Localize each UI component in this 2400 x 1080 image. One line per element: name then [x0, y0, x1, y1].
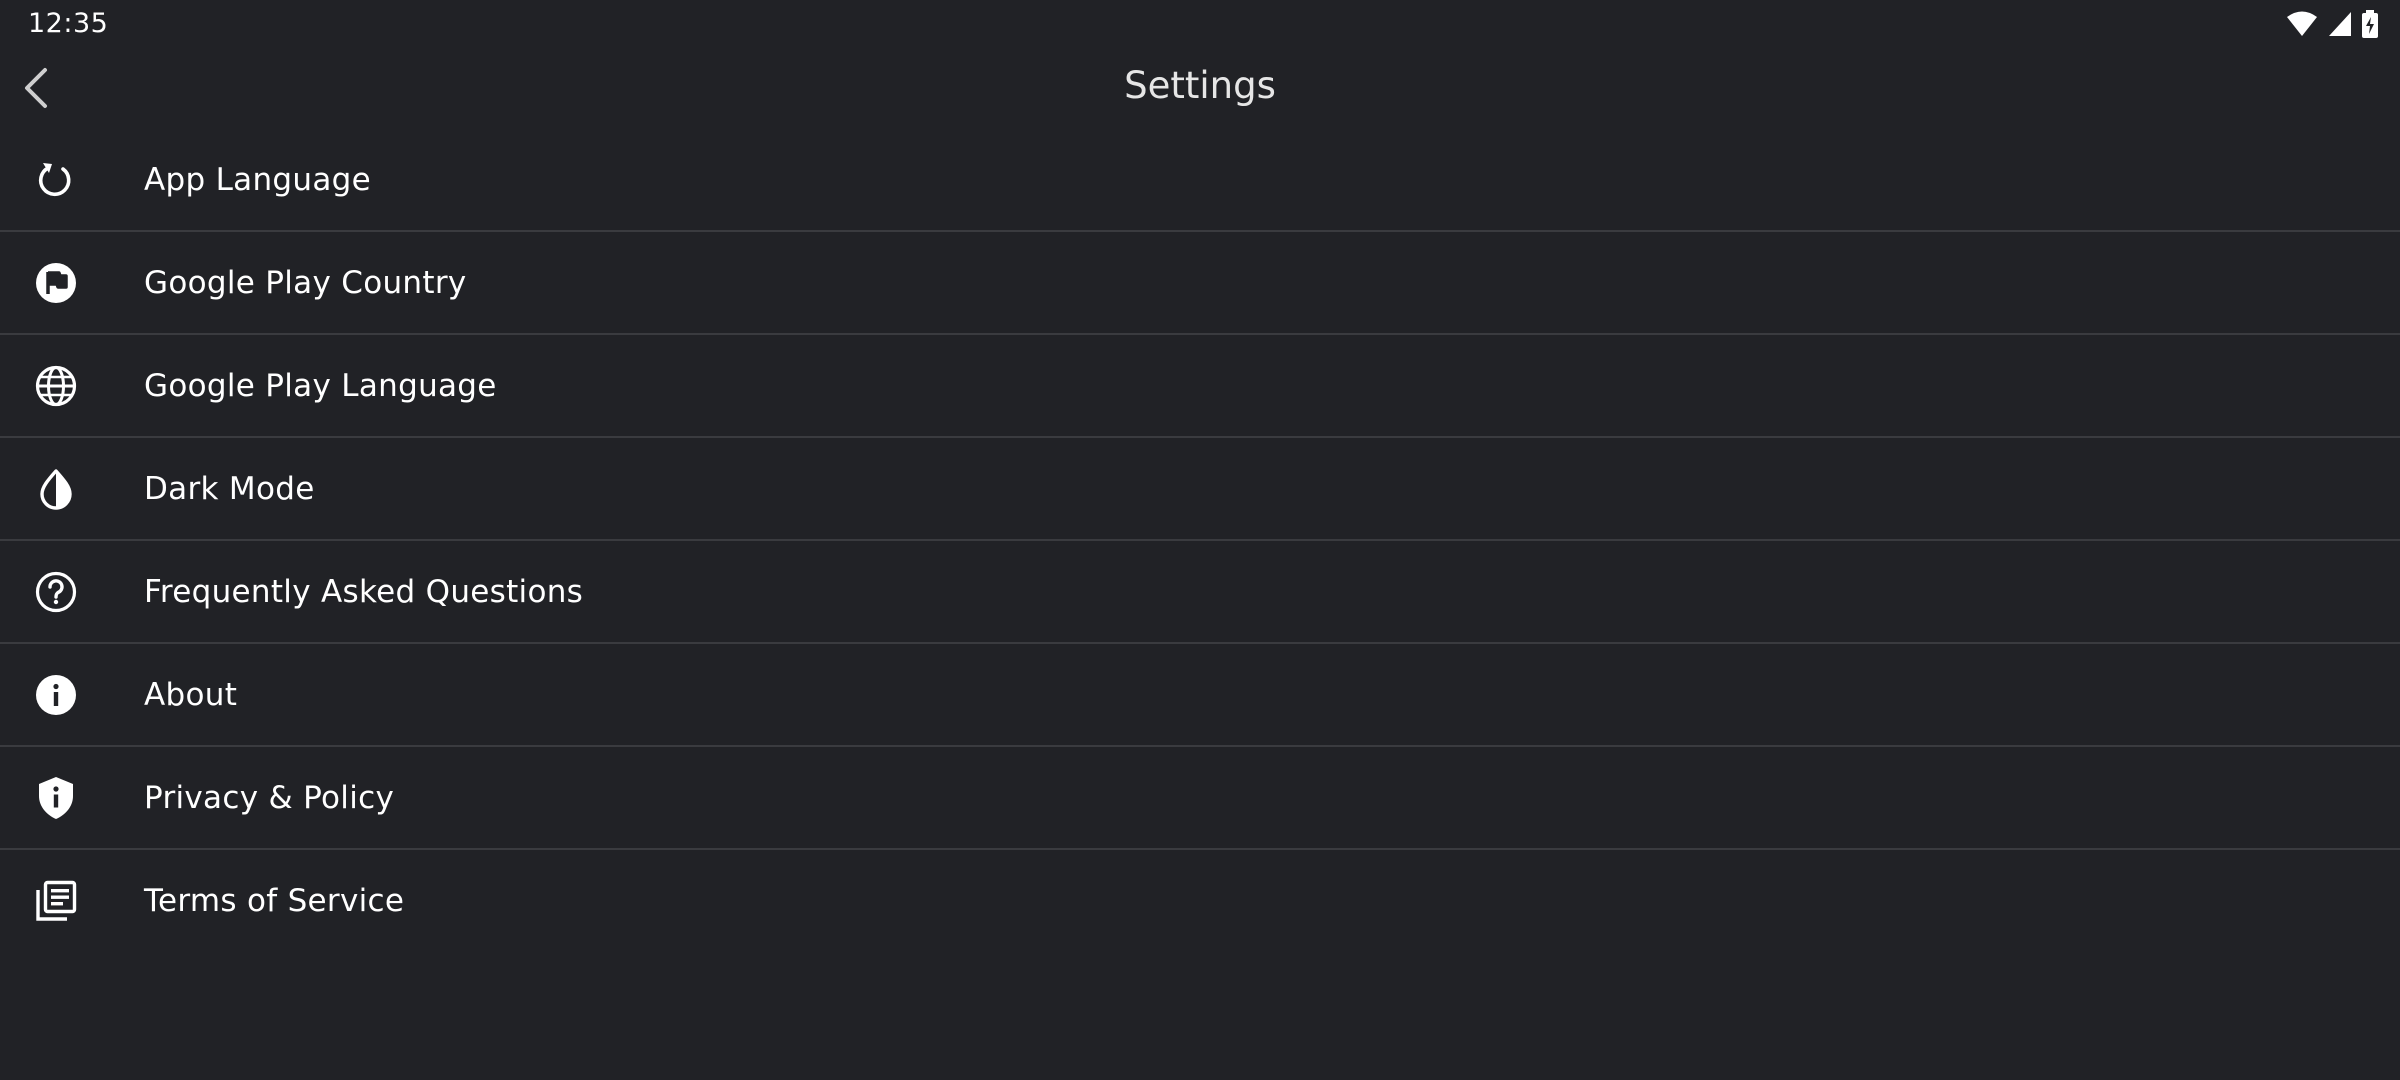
- globe-icon: [33, 363, 79, 409]
- settings-item-label: Google Play Country: [144, 264, 467, 301]
- page-title: Settings: [1124, 64, 1276, 107]
- settings-item-app-language[interactable]: App Language: [0, 129, 2400, 232]
- settings-item-faq[interactable]: Frequently Asked Questions: [0, 541, 2400, 644]
- settings-item-label: About: [144, 676, 238, 713]
- settings-item-label: Terms of Service: [144, 882, 405, 919]
- settings-item-label: App Language: [144, 161, 372, 198]
- shield-info-icon: [33, 775, 79, 821]
- refresh-icon: [33, 157, 79, 203]
- contrast-drop-icon: [33, 466, 79, 512]
- flag-circle-icon: [33, 260, 79, 306]
- status-time: 12:35: [28, 8, 109, 39]
- settings-item-privacy-policy[interactable]: Privacy & Policy: [0, 747, 2400, 850]
- settings-item-google-play-language[interactable]: Google Play Language: [0, 335, 2400, 438]
- settings-item-label: Frequently Asked Questions: [144, 573, 584, 610]
- library-books-icon: [33, 878, 79, 924]
- signal-icon: [2328, 11, 2352, 37]
- settings-item-google-play-country[interactable]: Google Play Country: [0, 232, 2400, 335]
- battery-charging-icon: [2362, 10, 2378, 38]
- info-icon: [33, 672, 79, 718]
- settings-screen: 12:35 Settings App Language Google Play …: [0, 0, 2400, 1080]
- settings-item-label: Dark Mode: [144, 470, 315, 507]
- settings-item-terms-of-service[interactable]: Terms of Service: [0, 850, 2400, 951]
- settings-item-label: Google Play Language: [144, 367, 497, 404]
- status-bar: 12:35: [0, 0, 2400, 50]
- status-icons: [2286, 10, 2378, 38]
- help-circle-icon: [33, 569, 79, 615]
- settings-item-dark-mode[interactable]: Dark Mode: [0, 438, 2400, 541]
- app-bar: Settings: [0, 50, 2400, 130]
- settings-item-about[interactable]: About: [0, 644, 2400, 747]
- settings-list: App Language Google Play Country Google …: [0, 129, 2400, 951]
- settings-item-label: Privacy & Policy: [144, 779, 395, 816]
- wifi-icon: [2286, 11, 2318, 37]
